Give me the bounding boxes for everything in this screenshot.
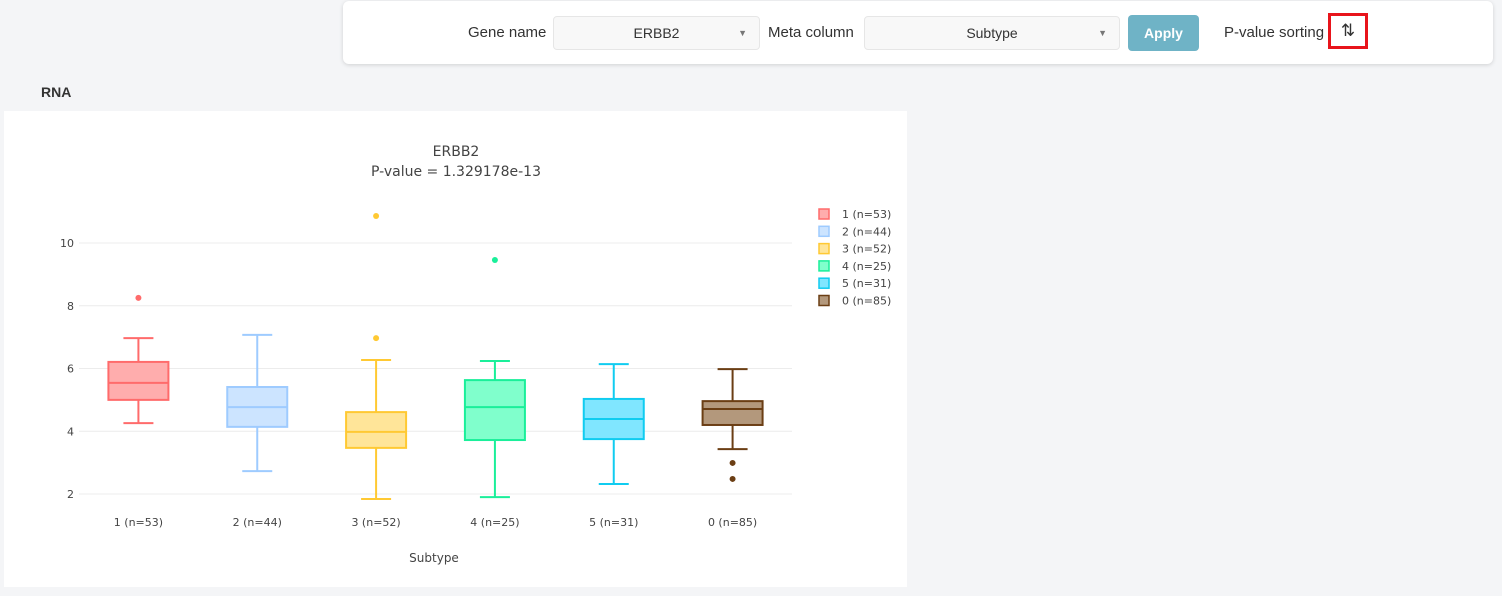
x-tick-label: 5 (n=31)	[589, 516, 638, 529]
box-iqr	[345, 411, 408, 449]
chevron-down-icon: ▼	[738, 28, 747, 38]
meta-column-label: Meta column	[768, 24, 854, 41]
toolbar: Gene name ERBB2 ▼ Meta column Subtype ▼ …	[343, 1, 1493, 64]
x-tick-label: 2 (n=44)	[233, 516, 282, 529]
outlier-point	[135, 294, 142, 301]
y-tick-label: 6	[67, 363, 74, 376]
gene-name-label: Gene name	[468, 24, 547, 41]
apply-button[interactable]: Apply	[1128, 15, 1199, 51]
outlier-point	[729, 459, 736, 466]
outlier-point	[729, 475, 736, 482]
legend-swatch	[818, 260, 830, 272]
legend-label: 3 (n=52)	[842, 243, 891, 256]
box-0	[107, 294, 170, 425]
section-title: RNA	[41, 84, 72, 100]
legend-label: 4 (n=25)	[842, 260, 891, 273]
y-tick-label: 4	[67, 425, 74, 438]
x-axis-label: Subtype	[409, 551, 459, 565]
chart-subtitle: P-value = 1.329178e-13	[371, 164, 541, 180]
box-5	[701, 368, 764, 482]
legend-label: 5 (n=31)	[842, 277, 891, 290]
x-tick-label: 4 (n=25)	[470, 516, 519, 529]
chevron-down-icon: ▼	[1098, 28, 1107, 38]
sort-arrows-icon: ⇅	[1340, 21, 1356, 40]
legend-swatch	[818, 242, 830, 255]
legend-label: 0 (n=85)	[842, 295, 891, 308]
box-4	[582, 363, 645, 485]
legend-swatch	[818, 208, 830, 220]
legend-swatch	[818, 294, 830, 307]
pvalue-sorting-label: P-value sorting	[1224, 24, 1325, 41]
x-tick-label: 0 (n=85)	[708, 516, 757, 529]
outlier-point	[373, 213, 380, 220]
y-tick-label: 8	[67, 300, 74, 313]
outlier-point	[373, 335, 380, 342]
chart-panel: ERBB2 P-value = 1.329178e-13 Subtype 2 4 6…	[4, 111, 907, 587]
box-plot: ERBB2 P-value = 1.329178e-13 Subtype 2 4 6…	[60, 144, 891, 565]
box-iqr	[107, 360, 170, 401]
chart-title: ERBB2	[433, 144, 480, 160]
box-1	[226, 333, 289, 473]
legend-label: 2 (n=44)	[842, 225, 891, 238]
gene-name-value: ERBB2	[633, 25, 680, 41]
x-tick-label: 1 (n=53)	[114, 516, 163, 529]
gene-name-select[interactable]: ERBB2 ▼	[553, 16, 760, 50]
y-tick-label: 2	[67, 488, 74, 501]
box-iqr	[701, 400, 764, 426]
box-iqr	[463, 379, 526, 442]
x-tick-label: 3 (n=52)	[351, 516, 400, 529]
y-tick-label: 10	[60, 237, 74, 250]
box-2	[345, 213, 408, 501]
box-3	[463, 256, 526, 499]
legend-swatch	[818, 277, 830, 289]
outlier-point	[491, 256, 498, 263]
legend-label: 1 (n=53)	[842, 208, 891, 221]
pvalue-sort-button[interactable]: ⇅	[1328, 13, 1368, 49]
meta-column-select[interactable]: Subtype ▼	[864, 16, 1120, 50]
legend-swatch	[818, 225, 830, 238]
meta-column-value: Subtype	[966, 25, 1018, 41]
